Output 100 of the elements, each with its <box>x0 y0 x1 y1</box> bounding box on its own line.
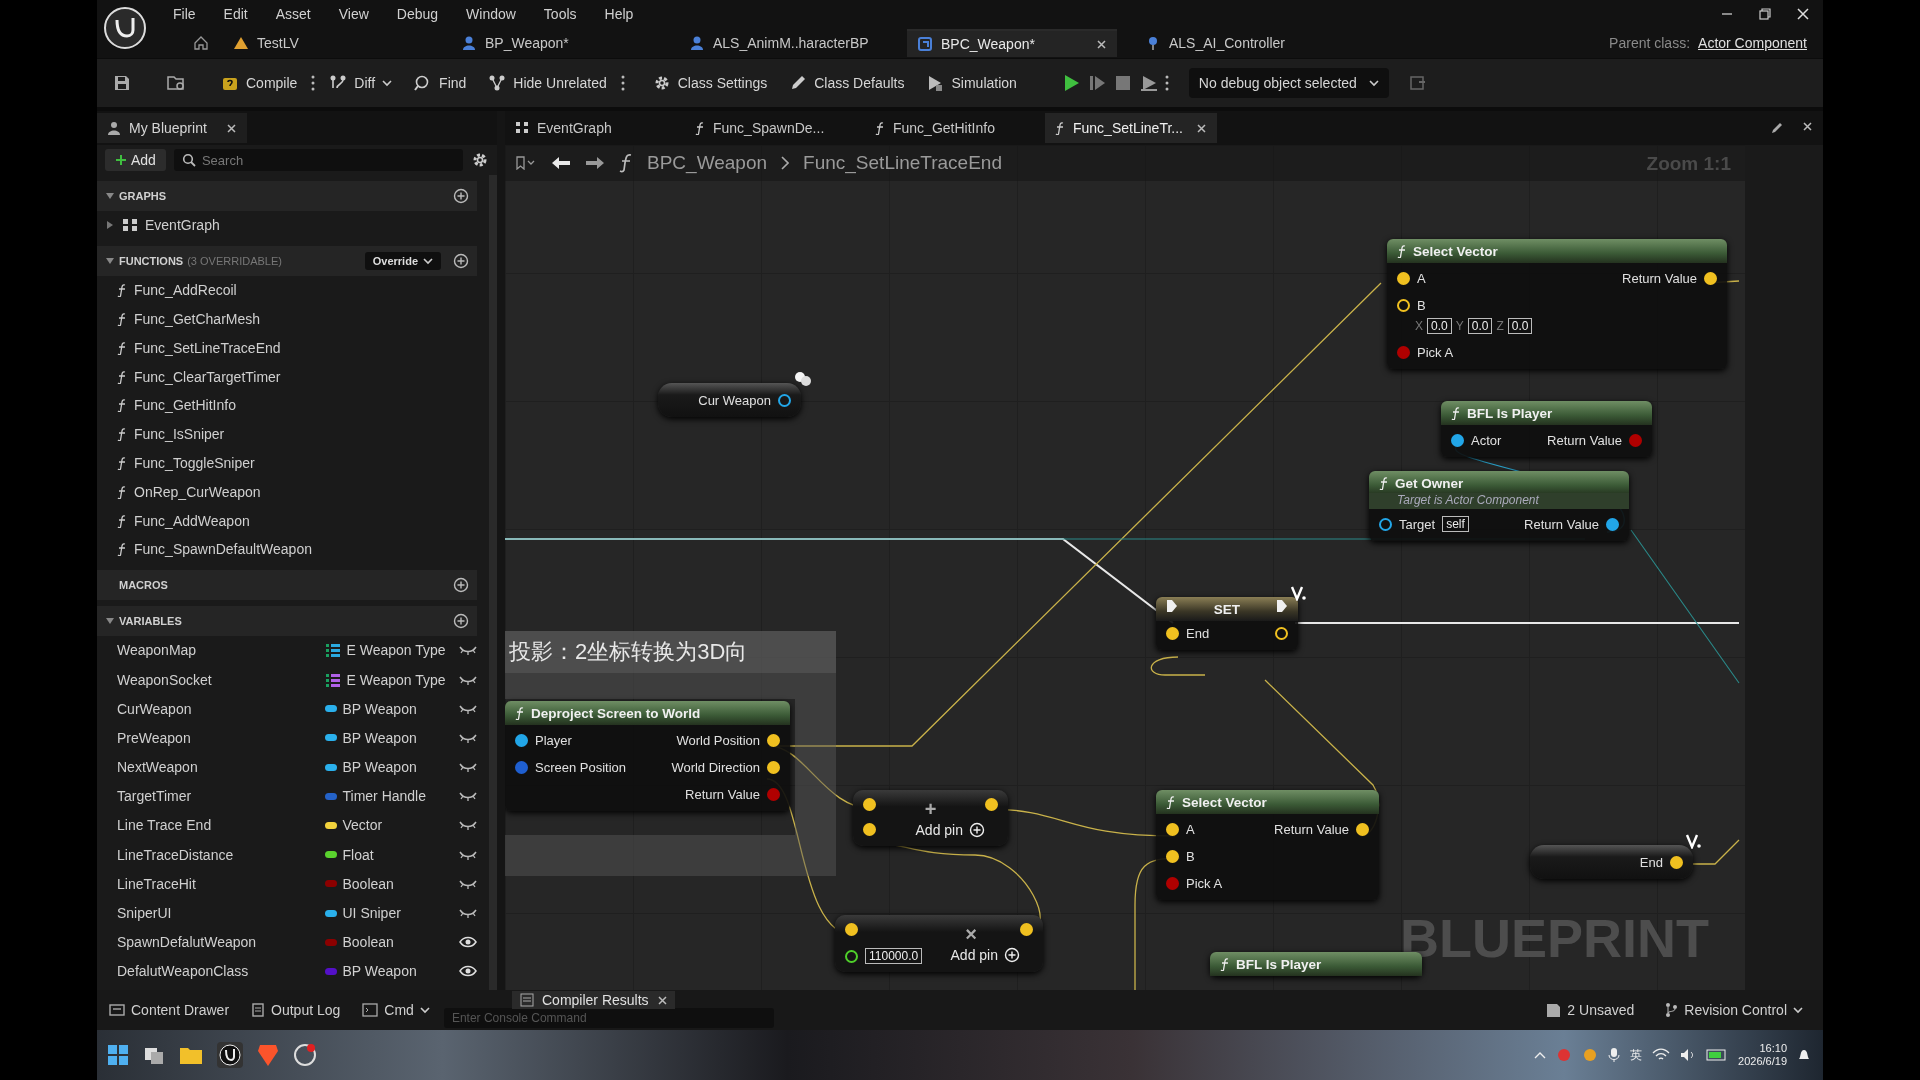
pin-icon[interactable] <box>845 949 858 963</box>
app-icon[interactable] <box>293 1043 317 1067</box>
menu-item[interactable]: Debug <box>382 6 453 22</box>
graph-tab[interactable]: Func_GetHitInfo <box>865 113 1037 143</box>
function-item[interactable]: Func_AddRecoil <box>97 275 477 305</box>
blueprint-node[interactable]: Select Vector A Return Value B X 0.0 Y 0.0 Z 0.0 Pick A <box>1387 239 1727 369</box>
more-icon[interactable] <box>311 74 316 92</box>
pin-icon[interactable] <box>767 733 780 747</box>
eye-icon[interactable] <box>459 965 477 978</box>
close-icon[interactable] <box>1196 122 1207 134</box>
section-header[interactable]: FUNCTIONS (3 OVERRIDABLE) Override <box>97 245 477 276</box>
pin-icon[interactable] <box>1356 822 1369 836</box>
toolbar-button[interactable]: Class Defaults <box>781 70 913 96</box>
function-item[interactable]: Func_AddWeapon <box>97 506 477 535</box>
variable-name[interactable]: CurWeapon <box>117 700 325 717</box>
document-tab[interactable]: BP_Weapon* <box>451 29 661 57</box>
home-icon[interactable] <box>193 35 209 51</box>
graph-tab[interactable]: EventGraph <box>505 113 677 143</box>
function-item[interactable]: Func_GetHitInfo <box>97 391 477 420</box>
closed-eye-icon[interactable] <box>459 907 477 920</box>
pin-icon[interactable] <box>1670 855 1683 869</box>
add-icon[interactable] <box>453 188 469 204</box>
close-icon[interactable] <box>226 122 237 134</box>
pin-icon[interactable] <box>985 798 998 811</box>
browse-icon[interactable] <box>1408 74 1427 92</box>
variable-name[interactable]: SniperUI <box>117 905 325 922</box>
compiler-results-tab[interactable]: Compiler Results <box>512 991 675 1009</box>
menu-item[interactable]: View <box>324 6 383 22</box>
menu-item[interactable]: File <box>153 6 210 22</box>
add-icon[interactable] <box>453 576 469 593</box>
blueprint-node[interactable]: Get Owner Target is Actor Component Target self Return Value <box>1369 471 1629 541</box>
variable-name[interactable]: TargetTimer <box>117 788 325 805</box>
document-tab[interactable]: ALS_AI_Controller <box>1135 29 1345 57</box>
function-item[interactable]: Func_ToggleSniper <box>97 448 477 478</box>
value-field[interactable]: self <box>1442 516 1469 532</box>
search-field[interactable]: Search <box>173 149 463 171</box>
debug-object-dropdown[interactable]: No debug object selected <box>1188 68 1389 98</box>
menu-item[interactable]: Window <box>452 6 530 22</box>
variable-name[interactable]: LineTraceHit <box>117 875 325 892</box>
pin-icon[interactable] <box>1397 298 1410 312</box>
section-header[interactable]: VARIABLES <box>97 605 477 636</box>
start-icon[interactable] <box>107 1044 129 1066</box>
closed-eye-icon[interactable] <box>459 644 477 657</box>
pin-icon[interactable] <box>1451 433 1464 447</box>
exec-pin-icon[interactable] <box>1276 599 1288 613</box>
add-icon[interactable] <box>453 612 469 629</box>
variable-name[interactable]: SpawnDefalutWeapon <box>117 934 325 951</box>
clock-date[interactable]: 2026/6/19 <box>1738 1055 1787 1068</box>
pin-icon[interactable] <box>1606 517 1619 531</box>
add-button[interactable]: Add <box>105 149 166 171</box>
value-field[interactable]: 110000.0 <box>865 948 923 964</box>
eye-icon[interactable] <box>459 936 477 949</box>
pin-icon[interactable] <box>515 733 528 747</box>
toolbar-button[interactable]: Hide Unrelated <box>480 70 615 96</box>
engine-logo-icon[interactable] <box>103 6 147 50</box>
graph-tab[interactable]: Func_SpawnDe... <box>685 113 857 143</box>
forward-icon[interactable] <box>585 155 605 171</box>
pin-icon[interactable] <box>845 923 858 936</box>
graph-tab[interactable]: Func_SetLineTr... <box>1045 113 1217 143</box>
parent-class-link[interactable]: Actor Component <box>1698 35 1807 51</box>
comment-box[interactable]: 投影：2坐标转换为3D向 <box>505 631 836 699</box>
variable-name[interactable]: WeaponMap <box>117 642 325 659</box>
pin-icon[interactable] <box>863 823 876 836</box>
settings-icon[interactable] <box>471 151 489 169</box>
toolbar-button[interactable]: Diff <box>321 70 401 96</box>
pin-icon[interactable] <box>1166 822 1179 836</box>
graph-canvas[interactable] <box>505 145 1745 990</box>
blueprint-node[interactable]: BFL Is Player <box>1210 952 1422 976</box>
graph-item[interactable]: EventGraph <box>97 211 477 240</box>
restore-icon[interactable] <box>1759 8 1771 20</box>
battery-icon[interactable] <box>1706 1049 1729 1061</box>
exec-pin-icon[interactable] <box>1166 599 1178 613</box>
menu-item[interactable]: Asset <box>261 6 325 22</box>
closed-eye-icon[interactable] <box>459 790 477 803</box>
override-dropdown[interactable]: Override <box>364 251 441 270</box>
add-icon[interactable] <box>453 252 469 269</box>
status-button[interactable]: Output Log <box>243 998 349 1022</box>
blueprint-node[interactable]: Deproject Screen to World Player World Position Screen Position World Direction Return Value <box>505 701 790 811</box>
revision-control-button[interactable]: Revision Control <box>1656 998 1811 1022</box>
blueprint-node[interactable]: + Add pin <box>853 790 1008 846</box>
value-field[interactable]: 0.0 <box>1427 318 1452 334</box>
pin-icon[interactable] <box>1379 517 1392 531</box>
variable-name[interactable]: DefalutWeaponClass <box>117 963 325 980</box>
function-item[interactable]: Func_GetCharMesh <box>97 304 477 334</box>
function-item[interactable]: Func_SpawnDefaultWeapon <box>97 534 477 564</box>
document-tab[interactable]: ALS_AnimM..haracterBP <box>679 29 889 57</box>
pin-icon[interactable] <box>1704 271 1717 285</box>
pin-icon[interactable] <box>1020 923 1033 936</box>
eject-icon[interactable] <box>1138 73 1159 93</box>
folder-search-icon[interactable] <box>167 74 187 92</box>
add-pin-button[interactable]: Add pin <box>915 822 985 838</box>
blueprint-node[interactable]: SET End <box>1156 597 1298 650</box>
toolbar-button[interactable]: Simulation <box>918 70 1025 96</box>
chevron-up-icon[interactable] <box>1534 1051 1547 1059</box>
cmd-dropdown[interactable]: Cmd <box>354 998 438 1022</box>
blueprint-node[interactable]: 110000.0 × Add pin <box>835 915 1043 972</box>
close-icon[interactable] <box>656 995 667 1005</box>
save-icon[interactable] <box>113 74 131 92</box>
function-item[interactable]: Func_ClearTargetTimer <box>97 362 477 391</box>
function-item[interactable]: Func_IsSniper <box>97 419 477 449</box>
